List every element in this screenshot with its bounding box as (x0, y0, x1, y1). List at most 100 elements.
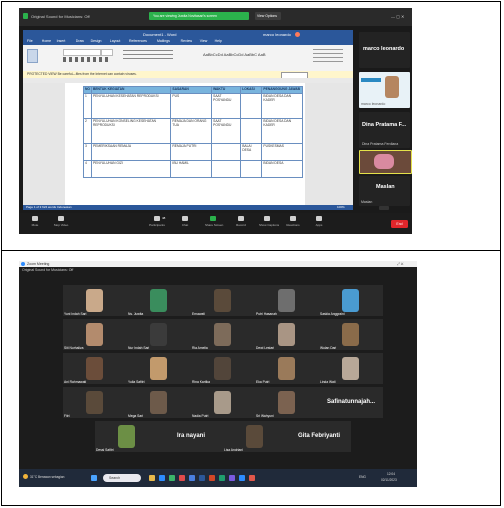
table-cell[interactable]: 1 (83, 92, 92, 119)
table-cell[interactable]: IBU HAMIL (170, 159, 213, 178)
mute-button[interactable]: Mute (27, 216, 43, 227)
table-cell[interactable] (240, 159, 263, 178)
participant-tile[interactable]: Linda Wati (319, 353, 383, 384)
apps-button[interactable]: Apps (311, 216, 327, 227)
participant-tile[interactable]: Dewi Lestari (255, 319, 319, 350)
participant-tile[interactable]: Ria Amelia (191, 319, 255, 350)
table-cell[interactable]: SAAT POSYANDU (211, 92, 242, 119)
taskbar-app-icon[interactable] (169, 475, 175, 481)
participant-tile[interactable]: Safinatunnajah... (319, 387, 383, 418)
table-cell[interactable]: BIDAN DESA DAN KADER (261, 92, 303, 119)
participant-tile-active[interactable] (359, 150, 412, 174)
participant-tile[interactable]: Nur Indah Sari (127, 319, 191, 350)
chevron-down-icon[interactable] (379, 206, 389, 210)
table-cell[interactable]: 4 (83, 159, 92, 178)
view-options-button[interactable]: View Options (255, 12, 281, 20)
table-cell[interactable] (211, 159, 242, 178)
participant-tile[interactable]: Fitri (63, 387, 127, 418)
table-cell[interactable] (240, 117, 263, 144)
stop-video-button[interactable]: Stop Video (53, 216, 69, 227)
ribbon-tab[interactable]: Draw (76, 39, 84, 44)
styles-gallery[interactable]: AaBbCcDd AaBbCcDd AaBbC AaB (203, 52, 265, 57)
taskbar-app-icon[interactable] (199, 475, 205, 481)
table-cell[interactable]: BIDAN DESA DAN KADER (261, 117, 303, 144)
windows-start-icon[interactable] (91, 475, 97, 481)
ribbon-tab[interactable]: Insert (57, 39, 66, 44)
table-cell[interactable]: 2 (83, 117, 92, 144)
taskbar-app-icon[interactable] (179, 475, 185, 481)
participant-tile[interactable]: Siti Nurhaliza (63, 319, 127, 350)
table-cell[interactable]: PEMERIKSAAN REMAJA (90, 142, 172, 161)
ribbon-tab[interactable]: Design (91, 39, 102, 44)
share-screen-button[interactable]: Share Screen (205, 216, 223, 227)
table-cell[interactable]: PENYULUHAN KESEHATAN REPRODUKSI (90, 92, 172, 119)
taskbar-app-icon[interactable] (149, 475, 155, 481)
paste-icon[interactable] (27, 49, 38, 63)
participant-tile[interactable]: Sri Wahyuni (255, 387, 319, 418)
end-meeting-button[interactable]: End (391, 220, 408, 228)
participant-tile[interactable]: Eka Putri (255, 353, 319, 384)
table-cell[interactable]: SAAT POSYANDU (211, 117, 242, 144)
participant-tile[interactable]: Ns. Juwita (127, 285, 191, 316)
ribbon-tab[interactable]: File (27, 39, 33, 44)
ribbon-tab[interactable]: Mailings (157, 39, 170, 44)
taskbar-app-icon[interactable] (229, 475, 235, 481)
participant-tile[interactable]: Ira nayani (159, 421, 223, 452)
weather-text[interactable]: 31°C Berawan sebagian (30, 475, 64, 480)
participant-tile[interactable]: Putri Hasanah (255, 285, 319, 316)
participant-tile[interactable]: Ani Rahmawati (63, 353, 127, 384)
table-cell[interactable]: PUSKESMAS (261, 142, 303, 161)
participant-tile[interactable]: marco leonardo (359, 32, 410, 68)
table-cell[interactable]: PENYULUHAN KONSELING KESEHATAN REPRODUKS… (90, 117, 172, 144)
participant-tile[interactable]: Lisa Andriani (223, 421, 287, 452)
ribbon-tab[interactable]: References (129, 39, 147, 44)
ribbon-tab[interactable]: Review (181, 39, 192, 44)
participant-tile[interactable]: Nadia Putri (191, 387, 255, 418)
bold-italic-underline[interactable] (63, 57, 111, 62)
font-size-box[interactable] (101, 49, 113, 56)
taskbar-app-icon[interactable] (189, 475, 195, 481)
participant-tile[interactable]: Dessi Safitri (95, 421, 159, 452)
participant-tile[interactable]: Saskia Anggraini (319, 285, 383, 316)
find-replace-group[interactable] (313, 49, 343, 63)
table-cell[interactable]: PENYULUHAN GIZI (90, 159, 172, 178)
paragraph-group[interactable] (123, 50, 173, 62)
chat-button[interactable]: Chat (177, 216, 193, 227)
font-box[interactable] (63, 49, 101, 56)
taskbar-app-icon[interactable] (219, 475, 225, 481)
record-button[interactable]: Record (233, 216, 249, 227)
taskbar-app-icon[interactable] (239, 475, 245, 481)
zoom-level[interactable]: 100% (337, 205, 345, 210)
table-cell[interactable]: 3 (83, 142, 92, 161)
window-controls[interactable]: ⤢ ✕ (397, 262, 403, 267)
participant-tile[interactable]: Mega Sari (127, 387, 191, 418)
clock-date[interactable]: 02/11/2023 (381, 478, 397, 483)
participant-tile[interactable]: Ernawati (191, 285, 255, 316)
taskbar-app-icon[interactable] (249, 475, 255, 481)
participant-tile[interactable]: Yulia Safitri (127, 353, 191, 384)
ribbon-tab[interactable]: View (200, 39, 208, 44)
table-cell[interactable]: BALAI DESA (240, 142, 263, 161)
table-cell[interactable]: REMAJA DAN ORANG TUA (170, 117, 213, 144)
show-captions-button[interactable]: Show Captions (259, 216, 279, 227)
participant-tile[interactable]: Wulan Dari (319, 319, 383, 350)
participant-tile[interactable]: Rina Kartika (191, 353, 255, 384)
taskbar-app-icon[interactable] (159, 475, 165, 481)
participant-tile[interactable]: Gita Febriyanti (287, 421, 351, 452)
table-cell[interactable] (211, 142, 242, 161)
participant-tile[interactable]: marco leonardo (359, 72, 410, 108)
ribbon-tab[interactable]: Home (42, 39, 51, 44)
table-cell[interactable] (240, 92, 263, 119)
table-cell[interactable]: PUS (170, 92, 213, 119)
tray-language[interactable]: ENG (359, 475, 366, 480)
table-cell[interactable]: REMAJA PUTRI (170, 142, 213, 161)
clock-time[interactable]: 12:04 (387, 472, 395, 477)
ribbon-tab[interactable]: Layout (110, 39, 121, 44)
window-controls[interactable]: — ▢ ✕ (391, 14, 404, 19)
reactions-button[interactable]: Reactions (285, 216, 301, 227)
table-cell[interactable]: BIDAN DESA (261, 159, 303, 178)
taskbar-search-box[interactable]: Search (103, 474, 141, 482)
participant-tile[interactable]: Yuni Indah Sari (63, 285, 127, 316)
taskbar-app-icon[interactable] (209, 475, 215, 481)
participant-tile[interactable]: Maslan Maslan (359, 176, 410, 206)
